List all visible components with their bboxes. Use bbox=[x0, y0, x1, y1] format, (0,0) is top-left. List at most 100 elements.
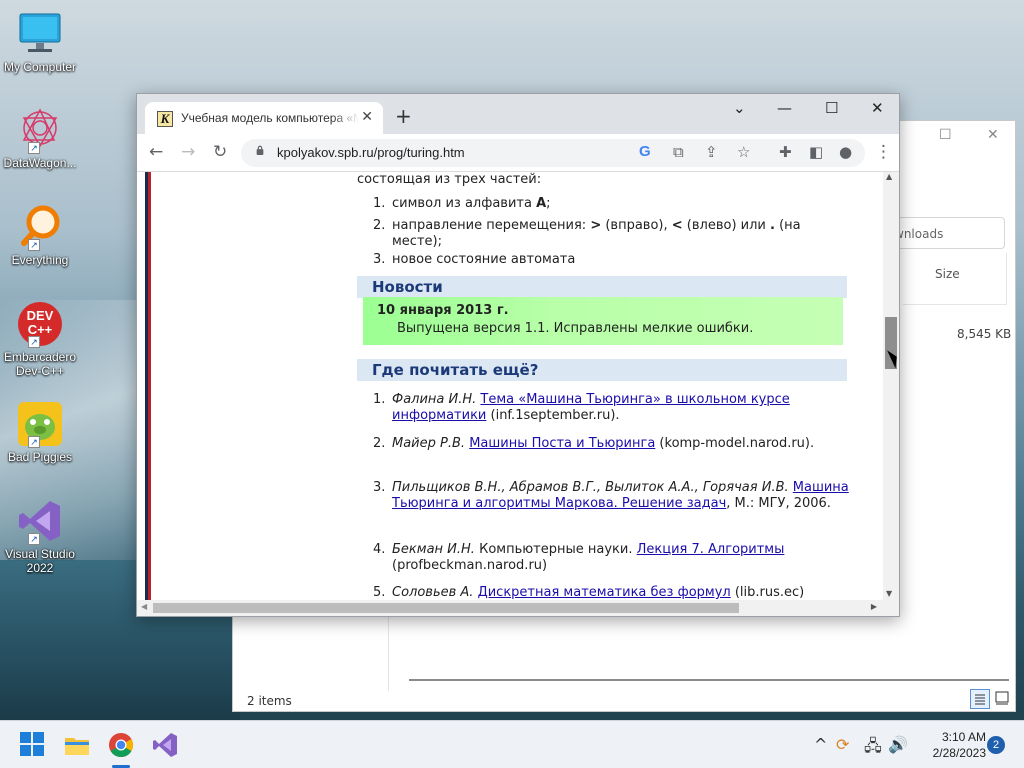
maximize-icon[interactable]: ☐ bbox=[825, 99, 838, 117]
share-icon[interactable]: ⇪ bbox=[705, 143, 718, 161]
tiles-view-icon[interactable] bbox=[993, 689, 1013, 709]
explorer-status-text: 2 items bbox=[247, 694, 292, 708]
list-text: направление перемещения: bbox=[392, 218, 591, 233]
shortcut-arrow-icon: ↗ bbox=[28, 533, 40, 545]
chrome-icon[interactable] bbox=[107, 731, 135, 759]
column-header-size[interactable]: Size bbox=[903, 253, 1007, 305]
system-clock[interactable]: 3:10 AM 2/28/2023 bbox=[916, 729, 986, 761]
file-explorer-icon[interactable] bbox=[63, 731, 91, 759]
desktop-icon-my-computer[interactable]: My Computer bbox=[0, 10, 80, 74]
ref-text: Компьютерные науки. bbox=[474, 542, 637, 557]
list-number: 1. bbox=[373, 392, 386, 407]
clock-date: 2/28/2023 bbox=[932, 746, 986, 760]
monitor-icon bbox=[16, 10, 64, 58]
visual-studio-icon: ↗ bbox=[16, 497, 64, 545]
translate-icon[interactable]: ⧉ bbox=[673, 143, 684, 161]
start-windows-icon[interactable] bbox=[19, 731, 47, 759]
alphabet-symbol: A bbox=[536, 196, 547, 211]
visual-studio-taskbar-icon[interactable] bbox=[151, 731, 179, 759]
desktop-icon-bad-piggies[interactable]: ↗ Bad Piggies bbox=[0, 400, 80, 464]
volume-icon[interactable]: 🔊 bbox=[888, 735, 908, 754]
list-text: (влево) или bbox=[682, 218, 771, 233]
devcpp-badge-text: DEV C++ bbox=[26, 308, 54, 337]
scroll-up-icon[interactable]: ▲ bbox=[886, 172, 892, 181]
details-view-icon[interactable] bbox=[970, 689, 990, 709]
ref-link[interactable]: Машины Поста и Тьюринга bbox=[469, 436, 655, 451]
desktop-icon-devcpp[interactable]: DEV C++ ↗ Embarcadero Dev-C++ bbox=[0, 300, 80, 378]
explorer-horizontal-scrollbar[interactable] bbox=[409, 679, 1009, 681]
news-date: 10 января 2013 г. bbox=[377, 303, 509, 318]
bad-piggies-icon: ↗ bbox=[16, 400, 64, 448]
desktop-icon-visual-studio[interactable]: ↗ Visual Studio 2022 bbox=[0, 497, 80, 575]
symbol-left: < bbox=[671, 218, 683, 233]
close-icon[interactable]: ✕ bbox=[987, 127, 999, 143]
list-text: новое состояние автомата bbox=[392, 252, 576, 267]
shortcut-arrow-icon: ↗ bbox=[28, 142, 40, 154]
chrome-window[interactable]: K Учебная модель компьютера «Машина Тьюр… bbox=[136, 93, 900, 617]
desktop-icon-label: DataWagon... bbox=[3, 156, 77, 170]
column-size-label: Size bbox=[935, 267, 960, 281]
update-sync-icon[interactable]: ⟳ bbox=[836, 735, 849, 754]
new-tab-icon[interactable]: + bbox=[395, 104, 412, 128]
side-panel-icon[interactable]: ◧ bbox=[809, 143, 823, 161]
desktop-icon-label: My Computer bbox=[3, 60, 77, 74]
search-text: wnloads bbox=[894, 227, 944, 241]
clock-time: 3:10 AM bbox=[941, 730, 986, 744]
desktop-icon-label: Visual Studio 2022 bbox=[5, 547, 75, 575]
menu-kebab-icon[interactable]: ⋮ bbox=[875, 142, 892, 162]
close-icon[interactable]: ✕ bbox=[871, 99, 884, 117]
google-lens-icon[interactable]: G bbox=[639, 143, 651, 160]
taskbar: ^ ⟳ 🖧 🔊 3:10 AM 2/28/2023 2 bbox=[0, 720, 1024, 768]
show-hidden-icons-chevron-icon[interactable]: ^ bbox=[814, 735, 827, 754]
desktop-icon-label: Bad Piggies bbox=[7, 450, 73, 464]
maximize-icon[interactable]: ☐ bbox=[939, 127, 952, 143]
list-number: 5. bbox=[373, 585, 386, 600]
list-number: 1. bbox=[373, 196, 386, 211]
ref-source: (profbeckman.narod.ru) bbox=[392, 558, 548, 573]
ref-author: Майер Р.В. bbox=[392, 436, 466, 451]
devcpp-icon: DEV C++ ↗ bbox=[16, 300, 64, 348]
bookmark-star-icon[interactable]: ☆ bbox=[737, 143, 750, 161]
tab-search-chevron-icon[interactable]: ⌄ bbox=[733, 99, 746, 117]
address-bar[interactable]: kpolyakov.spb.ru/prog/turing.htm G ⧉ ⇪ ☆… bbox=[241, 139, 865, 167]
desktop-icon-everything[interactable]: ↗ Everything bbox=[0, 203, 80, 267]
desktop-icon-label: Everything bbox=[11, 253, 69, 267]
scroll-left-icon[interactable]: ◀ bbox=[141, 602, 147, 611]
ref-source: , М.: МГУ, 2006. bbox=[726, 496, 831, 511]
scroll-right-icon[interactable]: ▶ bbox=[871, 602, 877, 611]
ref-link[interactable]: Лекция 7. Алгоритмы bbox=[637, 542, 785, 557]
tab-close-icon[interactable]: ✕ bbox=[361, 108, 373, 125]
shortcut-arrow-icon: ↗ bbox=[28, 239, 40, 251]
horizontal-scrollbar[interactable]: ◀ ▶ bbox=[137, 600, 899, 616]
forward-icon[interactable]: → bbox=[181, 142, 195, 162]
list-number: 4. bbox=[373, 542, 386, 557]
ref-source: (lib.rus.ec) bbox=[730, 585, 805, 600]
reload-icon[interactable]: ↻ bbox=[213, 142, 227, 162]
network-icon[interactable]: 🖧 bbox=[864, 735, 882, 762]
notification-badge[interactable]: 2 bbox=[987, 736, 1005, 754]
magnifier-icon: ↗ bbox=[16, 203, 64, 251]
url-text: kpolyakov.spb.ru/prog/turing.htm bbox=[277, 145, 465, 160]
ref-source: (komp-model.narod.ru). bbox=[655, 436, 815, 451]
browser-toolbar: ← → ↻ kpolyakov.spb.ru/prog/turing.htm G… bbox=[137, 134, 899, 172]
ref-link[interactable]: Дискретная математика без формул bbox=[478, 585, 731, 600]
ref-author: Пильщиков В.Н., Абрамов В.Г., Вылиток А.… bbox=[392, 480, 789, 495]
minimize-icon[interactable]: — bbox=[777, 99, 792, 117]
vertical-scrollbar[interactable]: ▲ ▼ bbox=[883, 172, 899, 600]
list-text: символ из алфавита bbox=[392, 196, 537, 211]
horizontal-scroll-thumb[interactable] bbox=[153, 603, 739, 613]
profile-avatar-icon[interactable]: ● bbox=[839, 143, 852, 161]
lock-icon bbox=[256, 145, 264, 155]
kpolyakov-favicon-icon: K bbox=[157, 111, 173, 127]
explorer-search-input[interactable]: wnloads bbox=[893, 217, 1005, 249]
datawagon-icon: ↗ bbox=[16, 106, 64, 154]
extensions-icon[interactable]: ✚ bbox=[779, 143, 792, 161]
news-box: 10 января 2013 г. Выпущена версия 1.1. И… bbox=[363, 297, 843, 345]
tab-strip: K Учебная модель компьютера «Машина Тьюр… bbox=[137, 94, 899, 134]
page-viewport[interactable]: состоящая из трех частей: 1. символ из а… bbox=[137, 172, 883, 600]
scroll-down-icon[interactable]: ▼ bbox=[886, 589, 892, 598]
back-icon[interactable]: ← bbox=[149, 142, 163, 162]
ref-author: Фалина И.Н. bbox=[392, 392, 477, 407]
desktop-icon-datawagon[interactable]: ↗ DataWagon... bbox=[0, 106, 80, 170]
tab-turing[interactable]: K Учебная модель компьютера «Машина Тьюр… bbox=[145, 102, 383, 134]
